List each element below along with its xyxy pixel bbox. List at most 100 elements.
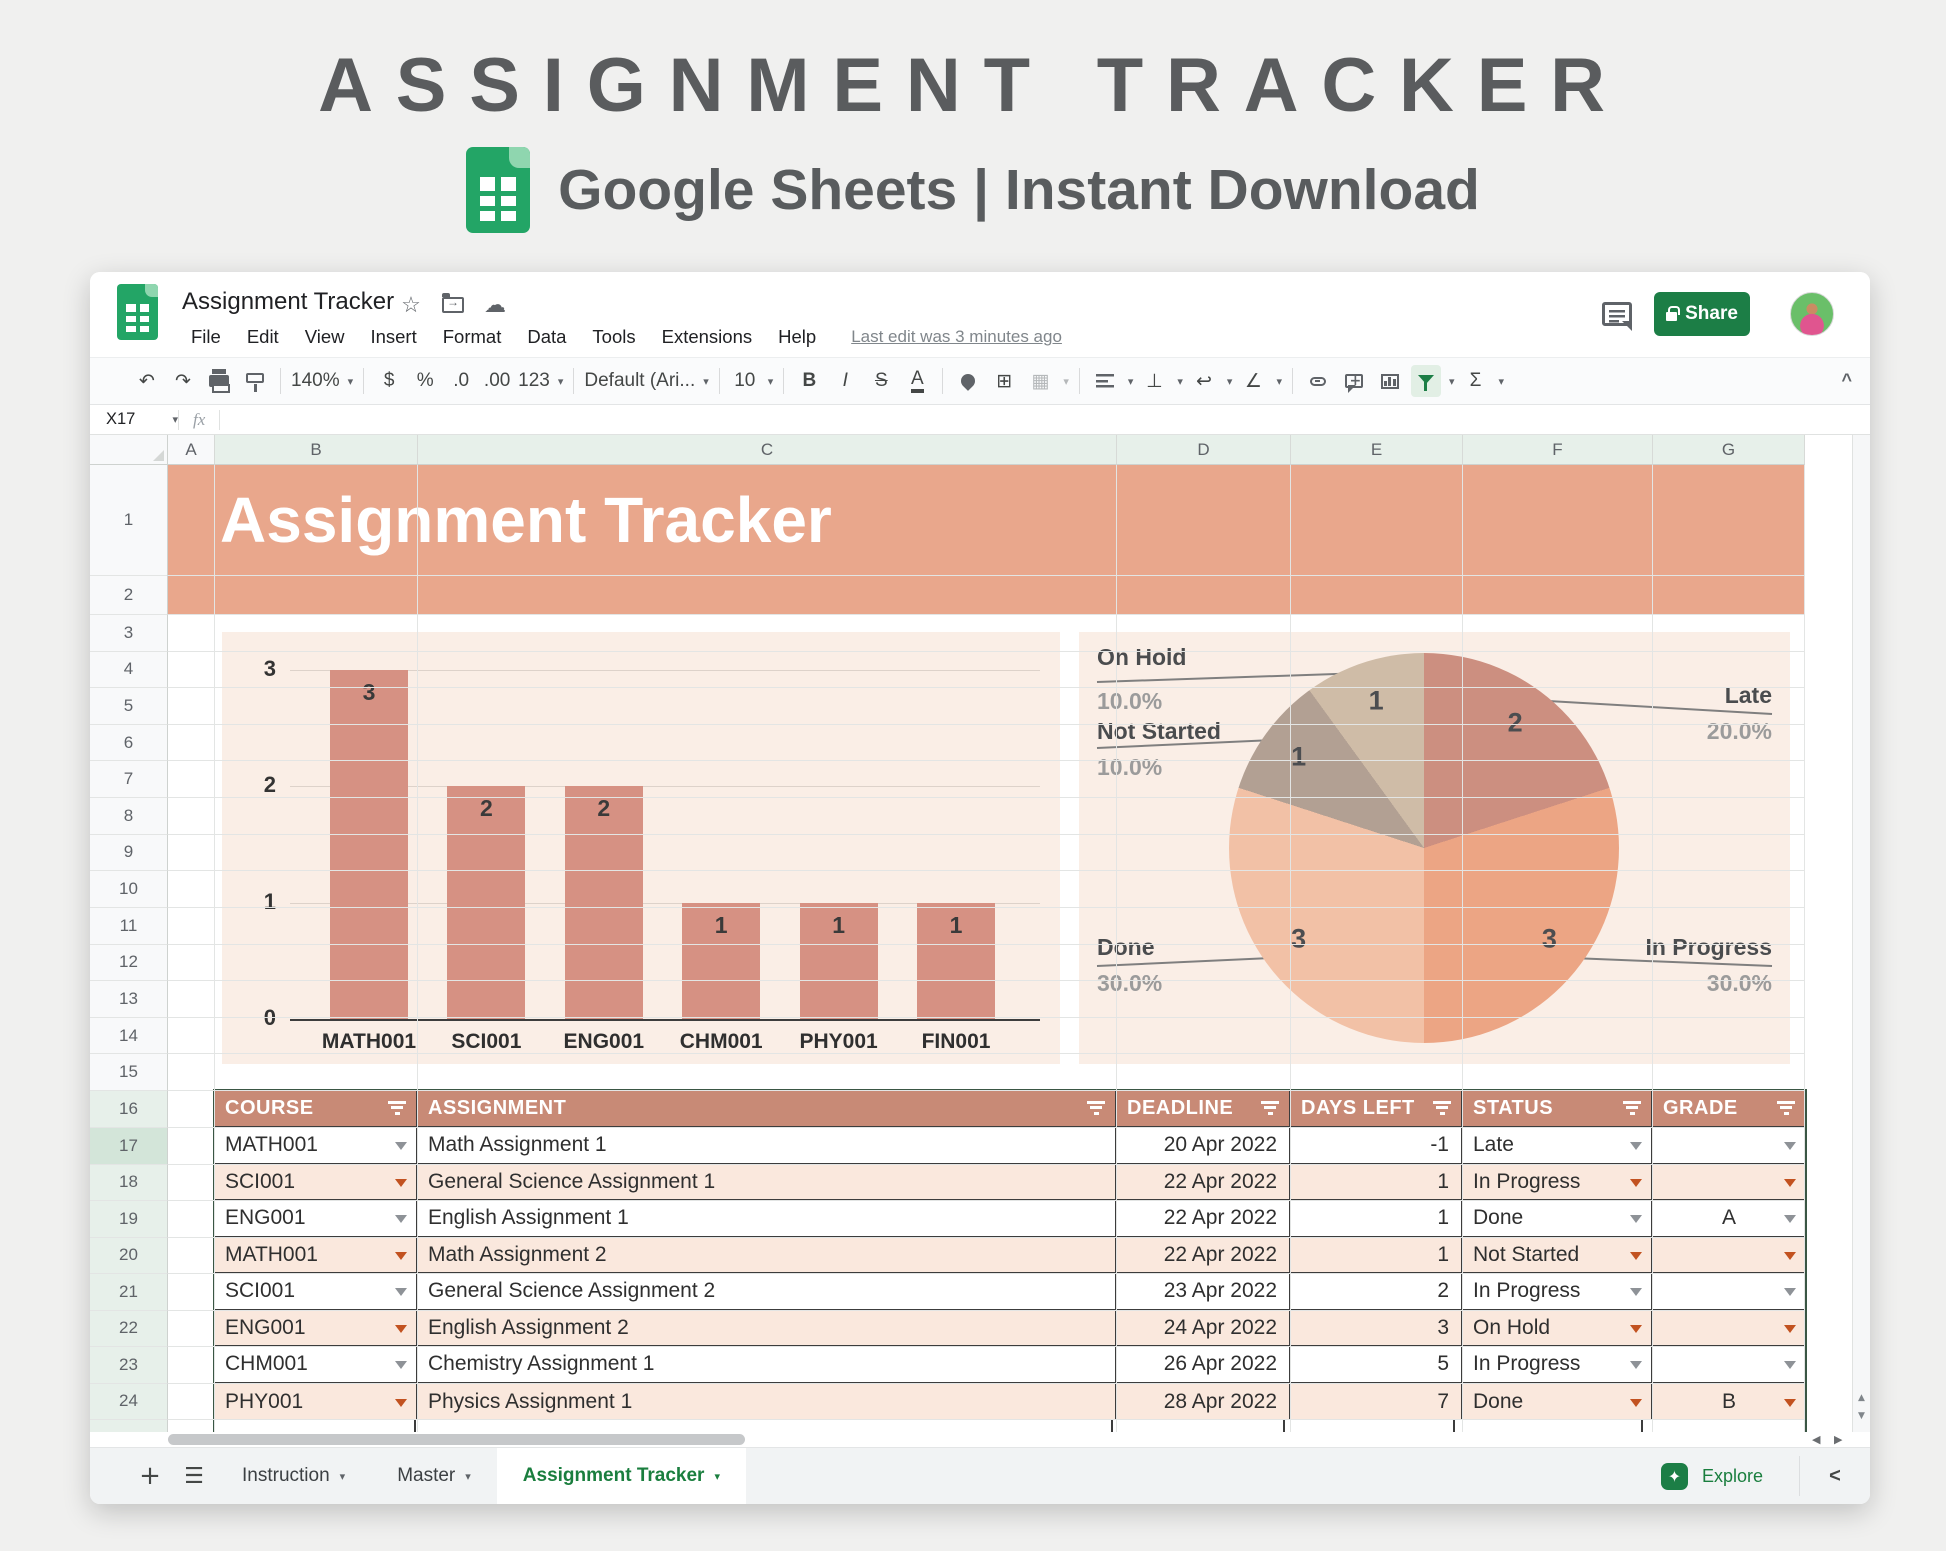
- dropdown-arrow-icon[interactable]: [1784, 1142, 1796, 1150]
- cell-days-left[interactable]: 5: [1291, 1347, 1463, 1382]
- cell-assignment[interactable]: Chemistry Assignment 1: [418, 1347, 1117, 1382]
- dropdown-arrow-icon[interactable]: [395, 1252, 407, 1260]
- row-header-13[interactable]: 13: [90, 981, 168, 1018]
- table-header-days-left[interactable]: DAYS LEFT: [1291, 1091, 1463, 1126]
- cell-status[interactable]: Done: [1463, 1384, 1653, 1421]
- avatar[interactable]: [1790, 292, 1834, 336]
- column-header-C[interactable]: C: [418, 435, 1117, 465]
- pie-chart-card[interactable]: 23311Late20.0%In Progress30.0%Done30.0%N…: [1079, 632, 1790, 1064]
- cell-grade[interactable]: [1653, 1274, 1805, 1309]
- row-header-11[interactable]: 11: [90, 908, 168, 945]
- explore-button[interactable]: ✦ Explore: [1661, 1448, 1799, 1504]
- cell-assignment[interactable]: English Assignment 1: [418, 1201, 1117, 1236]
- cell-assignment[interactable]: Physics Assignment 1: [418, 1384, 1117, 1421]
- horizontal-align-icon[interactable]: [1090, 365, 1120, 397]
- banner-cell[interactable]: Assignment Tracker: [168, 465, 1805, 615]
- table-row-22[interactable]: ENG001English Assignment 224 Apr 20223On…: [215, 1311, 1805, 1348]
- sheet-tab-master[interactable]: Master▾: [371, 1448, 497, 1504]
- chevron-down-icon[interactable]: ▾: [1227, 375, 1233, 388]
- bold-button[interactable]: B: [794, 365, 824, 397]
- table-row-23[interactable]: CHM001Chemistry Assignment 126 Apr 20225…: [215, 1347, 1805, 1384]
- dropdown-arrow-icon[interactable]: [1630, 1325, 1642, 1333]
- cell-grade[interactable]: B: [1653, 1384, 1805, 1421]
- scroll-up-icon[interactable]: ▲: [1853, 1393, 1870, 1403]
- print-icon[interactable]: [204, 365, 234, 397]
- row-header-4[interactable]: 4: [90, 652, 168, 689]
- column-header-F[interactable]: F: [1463, 435, 1653, 465]
- increase-decimals-button[interactable]: .00: [482, 365, 512, 397]
- dropdown-arrow-icon[interactable]: [1784, 1361, 1796, 1369]
- cell-days-left[interactable]: 1: [1291, 1165, 1463, 1200]
- row-header-22[interactable]: 22: [90, 1311, 168, 1348]
- cell-deadline[interactable]: 28 Apr 2022: [1117, 1384, 1291, 1421]
- filter-funnel-icon[interactable]: [1777, 1101, 1795, 1117]
- dropdown-arrow-icon[interactable]: [395, 1361, 407, 1369]
- chevron-down-icon[interactable]: ▾: [348, 375, 354, 388]
- row-header-21[interactable]: 21: [90, 1274, 168, 1311]
- cell-grade[interactable]: A: [1653, 1201, 1805, 1236]
- row-header-3[interactable]: 3: [90, 615, 168, 652]
- chevron-down-icon[interactable]: ▾: [703, 375, 709, 388]
- cell-status[interactable]: Late: [1463, 1128, 1653, 1163]
- column-header-B[interactable]: B: [215, 435, 418, 465]
- cell-grade[interactable]: [1653, 1128, 1805, 1163]
- scroll-down-icon[interactable]: ▼: [1853, 1411, 1870, 1421]
- cell-grade[interactable]: [1653, 1311, 1805, 1346]
- cell-course[interactable]: PHY001: [215, 1384, 418, 1421]
- share-button[interactable]: Share: [1654, 292, 1750, 336]
- menu-tools[interactable]: Tools: [579, 322, 648, 352]
- table-row-24[interactable]: PHY001Physics Assignment 128 Apr 20227Do…: [215, 1384, 1805, 1421]
- vertical-scrollbar[interactable]: ▲ ▼: [1852, 435, 1870, 1432]
- menu-data[interactable]: Data: [514, 322, 579, 352]
- sheet-tab-instruction[interactable]: Instruction▾: [216, 1448, 371, 1504]
- cell-status[interactable]: In Progress: [1463, 1274, 1653, 1309]
- cell-deadline[interactable]: 22 Apr 2022: [1117, 1201, 1291, 1236]
- more-formats-button[interactable]: 123: [518, 365, 550, 397]
- create-filter-icon[interactable]: [1411, 365, 1441, 397]
- row-header-18[interactable]: 18: [90, 1165, 168, 1202]
- dropdown-arrow-icon[interactable]: [1630, 1215, 1642, 1223]
- dropdown-arrow-icon[interactable]: [1630, 1399, 1642, 1407]
- chevron-down-icon[interactable]: ▾: [768, 375, 774, 388]
- cell-status[interactable]: In Progress: [1463, 1165, 1653, 1200]
- chevron-down-icon[interactable]: ▾: [558, 375, 564, 388]
- table-row-18[interactable]: SCI001General Science Assignment 122 Apr…: [215, 1165, 1805, 1202]
- dropdown-arrow-icon[interactable]: [395, 1288, 407, 1296]
- cell-grade[interactable]: [1653, 1165, 1805, 1200]
- cell-days-left[interactable]: 1: [1291, 1201, 1463, 1236]
- table-header-course[interactable]: COURSE: [215, 1091, 418, 1126]
- formula-input[interactable]: [220, 405, 1870, 434]
- star-icon[interactable]: ☆: [398, 292, 424, 318]
- dropdown-arrow-icon[interactable]: [1784, 1215, 1796, 1223]
- text-wrap-icon[interactable]: ↩: [1189, 365, 1219, 397]
- cell-course[interactable]: SCI001: [215, 1165, 418, 1200]
- format-percent-button[interactable]: %: [410, 365, 440, 397]
- row-header-14[interactable]: 14: [90, 1018, 168, 1055]
- text-rotation-icon[interactable]: ∠: [1238, 365, 1268, 397]
- cell-days-left[interactable]: -1: [1291, 1128, 1463, 1163]
- dropdown-arrow-icon[interactable]: [1784, 1179, 1796, 1187]
- sheet-grid[interactable]: Assignment Tracker 32103MATH0012SCI0012E…: [90, 435, 1870, 1447]
- select-all-corner[interactable]: [90, 435, 168, 465]
- zoom-select[interactable]: 140%: [291, 365, 340, 397]
- filter-funnel-icon[interactable]: [388, 1101, 406, 1117]
- chevron-down-icon[interactable]: ▾: [1499, 375, 1505, 388]
- cell-days-left[interactable]: 1: [1291, 1238, 1463, 1273]
- sheets-file-icon[interactable]: [117, 284, 158, 340]
- cell-days-left[interactable]: 7: [1291, 1384, 1463, 1421]
- cell-course[interactable]: MATH001: [215, 1238, 418, 1273]
- strikethrough-button[interactable]: S: [866, 365, 896, 397]
- chevron-down-icon[interactable]: ▾: [1449, 375, 1455, 388]
- cell-assignment[interactable]: English Assignment 2: [418, 1311, 1117, 1346]
- cell-days-left[interactable]: 3: [1291, 1311, 1463, 1346]
- dropdown-arrow-icon[interactable]: [1630, 1288, 1642, 1296]
- scroll-right-icon[interactable]: ▶: [1834, 1433, 1842, 1446]
- cell-grade[interactable]: [1653, 1238, 1805, 1273]
- row-header-19[interactable]: 19: [90, 1201, 168, 1238]
- menu-edit[interactable]: Edit: [234, 322, 292, 352]
- dropdown-arrow-icon[interactable]: [1784, 1399, 1796, 1407]
- cell-deadline[interactable]: 24 Apr 2022: [1117, 1311, 1291, 1346]
- cell-status[interactable]: On Hold: [1463, 1311, 1653, 1346]
- row-header-5[interactable]: 5: [90, 688, 168, 725]
- dropdown-arrow-icon[interactable]: [1784, 1252, 1796, 1260]
